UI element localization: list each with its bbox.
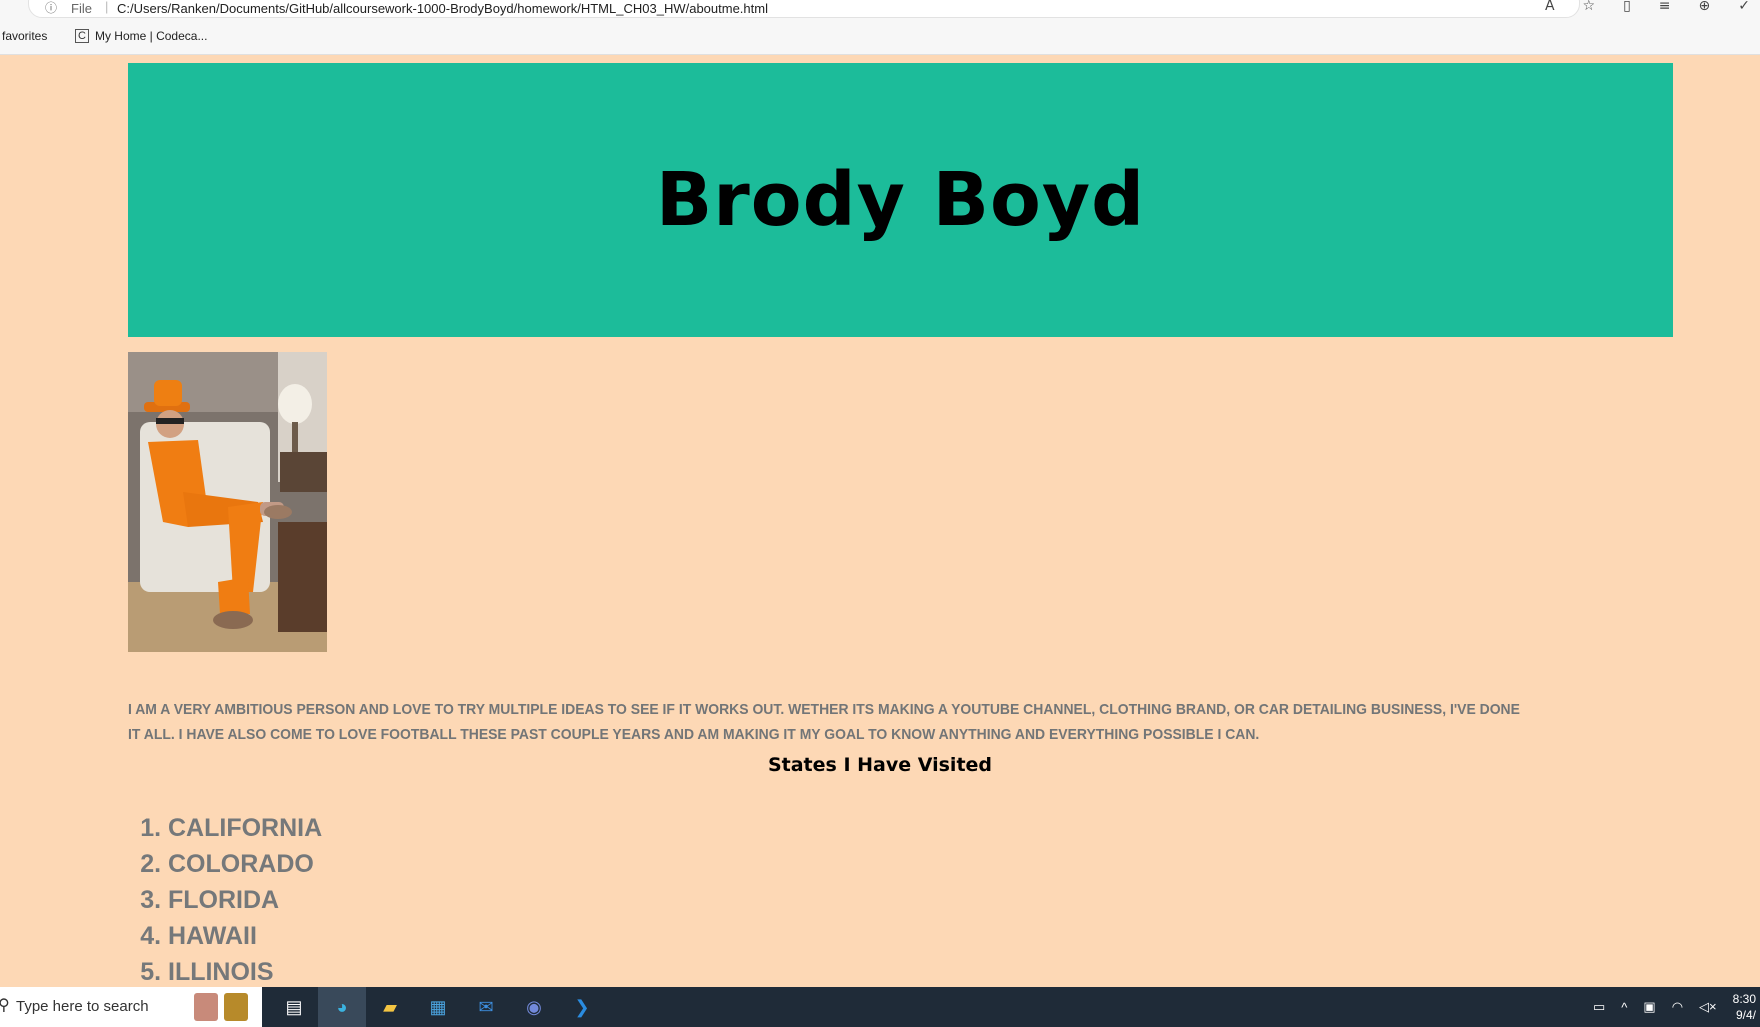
favorite-star-icon[interactable]: ☆ [1583,0,1596,14]
vscode-icon[interactable]: ❯ [558,987,606,1027]
search-placeholder: Type here to search [16,998,149,1015]
profile-photo [128,352,327,652]
list-item: Colorado [168,846,322,882]
list-item: Illinois [168,954,322,990]
info-icon[interactable]: ⓘ [45,0,57,16]
codecademy-icon: C [75,29,89,43]
bookmark-codecademy[interactable]: C My Home | Codeca... [75,29,207,43]
bookmark-label: My Home | Codeca... [94,29,208,43]
clock-time: 8:30 [1732,992,1756,1006]
bio-paragraph: I am a very ambitious person and love to… [128,701,1520,743]
states-list: California Colorado Florida Hawaii Illin… [128,810,322,990]
url-text[interactable]: C:/Users/Ranken/Documents/GitHub/allcour… [117,1,768,16]
store-icon[interactable]: ▦ [414,987,462,1027]
browser-toolbar-icons: A ☆ ▯ ≡ ⊕ ✓ [1545,0,1750,14]
file-explorer-icon[interactable]: ▰ [366,987,414,1027]
mail-icon[interactable]: ✉ [462,987,510,1027]
sunflower-icon [224,993,248,1021]
edge-icon[interactable]: ◕ [318,987,366,1027]
taskbar: ⚲ Type here to search ▤ ◕ ▰ ▦ ✉ ◉ ❯ ▭ ^ … [0,987,1760,1027]
task-view-icon[interactable]: ▤ [270,987,318,1027]
taskbar-apps: ▤ ◕ ▰ ▦ ✉ ◉ ❯ [270,987,606,1027]
file-label: File [71,1,92,16]
page-title: Brody Boyd [655,157,1146,243]
list-item: Florida [168,882,322,918]
header-banner: Brody Boyd [128,63,1673,337]
taskbar-search[interactable]: ⚲ Type here to search [0,987,262,1027]
volume-muted-icon[interactable]: ◁× [1699,999,1717,1015]
divider: | [105,0,109,14]
favorites-bar: favorites C My Home | Codeca... [0,18,1760,55]
news-icon[interactable]: ▭ [1593,999,1605,1015]
flower-icon [194,993,218,1021]
search-icon: ⚲ [0,997,10,1014]
favorites-label[interactable]: favorites [2,29,47,43]
wifi-icon[interactable]: ◠ [1672,999,1683,1015]
url-field[interactable]: ⓘ File | C:/Users/Ranken/Documents/GitHu… [28,0,1580,18]
meet-now-icon[interactable]: ▣ [1643,999,1655,1015]
collections-icon[interactable]: ⊕ [1699,0,1711,14]
clock-date: 9/4/ [1735,1008,1756,1022]
list-item: California [168,810,322,846]
clock[interactable]: 8:30 9/4/ [1733,991,1756,1023]
system-tray: ▭ ^ ▣ ◠ ◁× 8:30 9/4/ [1593,987,1760,1027]
search-highlight-images [194,993,248,1021]
extensions-icon[interactable]: ✓ [1738,0,1750,14]
split-screen-icon[interactable]: ▯ [1623,0,1631,14]
discord-icon[interactable]: ◉ [510,987,558,1027]
list-item: Hawaii [168,918,322,954]
favorites-list-icon[interactable]: ≡ [1659,0,1671,14]
chevron-up-icon[interactable]: ^ [1621,1000,1627,1015]
profile-photo-illustration [128,352,327,652]
read-aloud-icon[interactable]: A [1545,0,1555,14]
states-heading: States I Have Visited [767,754,993,776]
browser-address-bar: ⓘ File | C:/Users/Ranken/Documents/GitHu… [0,0,1760,18]
